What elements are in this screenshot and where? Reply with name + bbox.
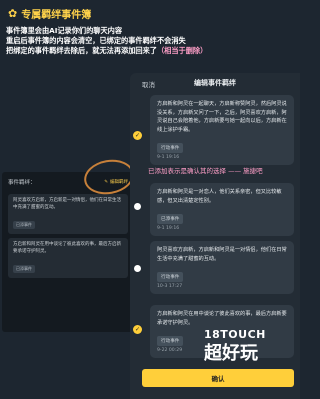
intro-line-3: 把绑定的事件羁绊去除后，就无法再添加回来了（相当于删除） xyxy=(6,46,296,56)
confirm-button[interactable]: 确认 xyxy=(142,369,294,387)
back-title: 事件羁绊： xyxy=(8,180,36,186)
page-header: ✿ 专属羁绊事件簿 xyxy=(8,6,91,21)
event-date: 10-3 17:27 xyxy=(157,284,183,289)
event-tag: 行动事件 xyxy=(157,272,184,282)
watermark-bottom: 超好玩 xyxy=(204,343,258,364)
intro-text: 事件簿里会由AI记录你们的聊天内容 重启后事件簿的内容会清空，已绑定的事件羁绊不… xyxy=(6,26,296,56)
event-tag: 行动事件 xyxy=(157,143,184,153)
cancel-button[interactable]: 取消 xyxy=(142,79,155,89)
checkbox-unselected[interactable] xyxy=(134,265,141,272)
modal-header: 取消 编辑事件羁绊 xyxy=(130,73,300,93)
intro-line-1: 事件簿里会由AI记录你们的聊天内容 xyxy=(6,26,123,35)
event-text: 方启新和阿灵在一起聊天，方启新称赞阿灵，然后阿灵说没关系，方启新又问了一下，之后… xyxy=(157,101,287,133)
intro-line-3a: 把绑定的事件羁绊去除后，就无法再添加回来了 xyxy=(6,46,157,55)
back-card-text: 方启新和阿灵在用中谈论了彼此喜欢的事，最后方启新要承诺守护阿灵。 xyxy=(13,242,121,254)
event-tag: 行动事件 xyxy=(157,336,184,346)
back-card: 方启新和阿灵在用中谈论了彼此喜欢的事，最后方启新要承诺守护阿灵。 已添事件 xyxy=(8,238,128,278)
checkbox-unselected[interactable] xyxy=(134,203,141,210)
flower-icon: ✿ xyxy=(8,7,18,20)
event-date: 9-1 19:16 xyxy=(157,155,180,160)
back-card-tag: 已添事件 xyxy=(13,221,35,229)
back-card-text: 阿灵喜欢方启新，方启新是一对情侣，他们在日常生活中充满了甜蜜的互动。 xyxy=(13,198,121,210)
event-date: 9-1 19:16 xyxy=(157,226,180,231)
event-card[interactable]: 方启新和阿灵是一对恋人，他们关系亲密，但又比较敏感，但又出清楚定性别。 已添事件… xyxy=(150,183,294,236)
event-tag: 已添事件 xyxy=(157,214,184,224)
checkbox-selected[interactable]: ✓ xyxy=(133,131,142,140)
watermark-logo: 18TOUCH 超好玩 xyxy=(204,328,266,365)
back-screen: 事件羁绊： ✎ 编辑羁绊 阿灵喜欢方启新，方启新是一对情侣，他们在日常生活中充满… xyxy=(2,172,134,332)
event-text: 方启新和阿灵是一对恋人，他们关系亲密，但又比较敏感，但又出清楚定性别。 xyxy=(157,189,282,204)
back-card: 阿灵喜欢方启新，方启新是一对情侣，他们在日常生活中充满了甜蜜的互动。 已添事件 xyxy=(8,194,128,234)
checkbox-selected[interactable]: ✓ xyxy=(133,325,142,334)
event-card[interactable]: 方启新和阿灵在一起聊天，方启新称赞阿灵，然后阿灵说没关系，方启新又问了一下，之后… xyxy=(150,95,294,165)
handwritten-annotation: 已添加表示是确认其的选择 —— 施捷吧 xyxy=(148,167,263,175)
back-card-tag: 已添事件 xyxy=(13,265,35,273)
event-text: 方启新和阿灵在用中谈论了彼此喜欢的事，最后方启新要承诺守护阿灵。 xyxy=(157,311,287,326)
event-text: 阿灵喜欢方启新，方启新和阿灵是一对情侣，他们在日常生活中充满了甜蜜的互动。 xyxy=(157,247,287,262)
event-card[interactable]: 阿灵喜欢方启新，方启新和阿灵是一对情侣，他们在日常生活中充满了甜蜜的互动。 行动… xyxy=(150,241,294,294)
modal-title: 编辑事件羁绊 xyxy=(194,79,236,87)
intro-line-3b: （相当于删除） xyxy=(156,46,208,55)
page-title: 专属羁绊事件簿 xyxy=(21,10,92,21)
intro-line-2: 重启后事件簿的内容会清空，已绑定的事件羁绊不会消失 xyxy=(6,36,186,45)
